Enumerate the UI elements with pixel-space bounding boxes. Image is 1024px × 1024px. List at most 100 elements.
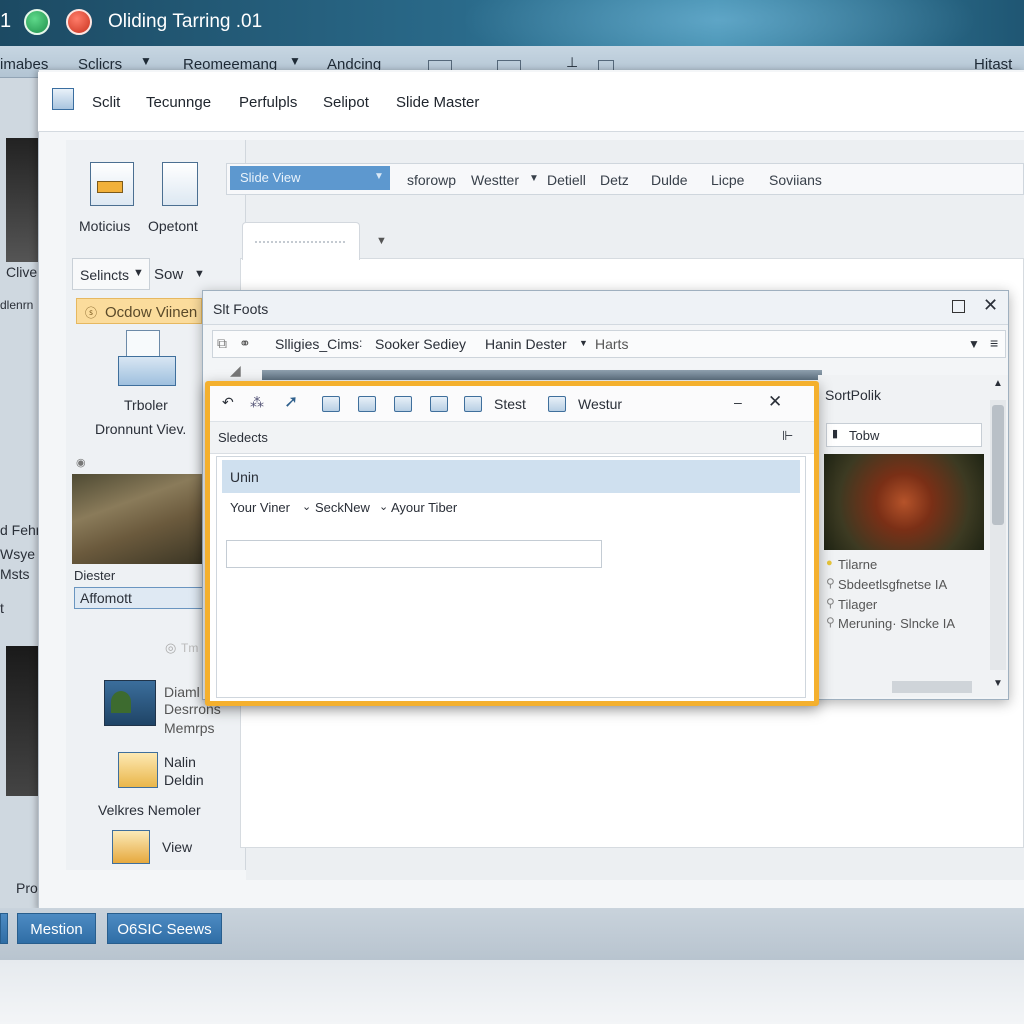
fonts-toolbar-item[interactable]: Hanin Dester: [485, 336, 567, 352]
minimize-icon[interactable]: –: [734, 394, 742, 410]
active-view-label: Ocdow Viinen: [105, 304, 198, 321]
motion-icon[interactable]: [90, 162, 134, 206]
scrollbar-thumb[interactable]: [992, 405, 1004, 525]
toolbar-item[interactable]: Detiell: [547, 172, 586, 188]
close-icon[interactable]: ✕: [768, 392, 782, 412]
link-icon[interactable]: ⚭: [239, 335, 251, 352]
copy-icon[interactable]: [322, 396, 340, 412]
option-item[interactable]: Your Viner: [230, 500, 290, 515]
scroll-up-icon[interactable]: ▲: [993, 378, 1003, 389]
pages-icon[interactable]: [394, 396, 412, 412]
chevron-down-icon[interactable]: ▼: [140, 54, 152, 68]
ribbon: Sclit Tecunnge Perfulpls Selipot Slide M…: [38, 72, 1024, 132]
slide-view-select[interactable]: Slide View ▼: [230, 166, 390, 190]
item-label: Velkres Nemoler: [98, 802, 201, 818]
tag-icon: ▮: [832, 428, 839, 440]
chevron-down-icon[interactable]: ⌄: [302, 500, 311, 513]
selects-label: Selincts: [80, 267, 130, 283]
preview-image[interactable]: [824, 454, 984, 550]
app-red-icon[interactable]: [66, 9, 92, 35]
pin-icon[interactable]: ⊩: [782, 428, 793, 444]
scroll-down-icon[interactable]: ▼: [993, 678, 1003, 689]
toolbar-item[interactable]: Dulde: [651, 172, 688, 188]
fonts-toolbar-item[interactable]: Slligies_Cims: [275, 336, 359, 352]
layers-icon[interactable]: [358, 396, 376, 412]
slide-tab[interactable]: [242, 222, 360, 260]
image-gallery-icon[interactable]: [104, 680, 156, 726]
ribbon-tab-perfulpls[interactable]: Perfulpls: [239, 94, 297, 111]
radio-icon[interactable]: ◉: [76, 456, 86, 469]
app-green-icon[interactable]: [24, 9, 50, 35]
toolbar-item[interactable]: sforowp: [407, 172, 456, 188]
chevron-down-icon[interactable]: ⌄: [379, 500, 388, 513]
motion-button-label[interactable]: Moticius: [79, 218, 130, 234]
selected-row[interactable]: Unin: [222, 460, 800, 493]
chevron-down-icon[interactable]: ▼: [376, 235, 387, 247]
side-list-item[interactable]: Tilager: [838, 597, 877, 612]
chevron-down-icon[interactable]: ▼: [289, 54, 301, 68]
toolbar-item[interactable]: Westter: [471, 172, 519, 188]
ribbon-tab-sclit[interactable]: Sclit: [92, 94, 120, 111]
close-icon[interactable]: ✕: [983, 295, 998, 316]
title-glow: [460, 0, 980, 46]
ribbon-tab-tecunnge[interactable]: Tecunnge: [146, 94, 211, 111]
side-search[interactable]: ▮ Tobw: [826, 423, 982, 447]
mestion-button[interactable]: Mestion: [17, 913, 96, 944]
fonts-dialog-toolbar: ⧉ ⚭ Slligies_Cims : Sooker Sediey Hanin …: [212, 330, 1006, 358]
bg-label: dlenrn: [0, 298, 34, 312]
background-window: Clive dlenrn d Fehn Wsye Msts t Pro: [0, 78, 44, 910]
landscape-thumbnail[interactable]: [72, 474, 204, 564]
chevron-down-icon[interactable]: ▼: [529, 173, 539, 184]
thumbnail-input[interactable]: Affomott: [74, 587, 204, 609]
separator-icon: :: [359, 336, 363, 350]
chevron-down-icon[interactable]: ▼: [579, 338, 588, 348]
options-icon[interactable]: [162, 162, 198, 206]
show-dropdown[interactable]: Sow ▼: [152, 258, 212, 290]
options-button-label[interactable]: Opetont: [148, 218, 198, 234]
sparkle-icon[interactable]: ⁂: [250, 394, 264, 411]
toolbar-icon[interactable]: [118, 330, 180, 388]
thumbnail-caption: Diester: [74, 568, 116, 583]
toolbar-label: Trboler: [124, 397, 168, 413]
fonts-toolbar-item[interactable]: Harts: [595, 336, 628, 352]
pin-icon: ⚲: [826, 615, 835, 629]
side-list-item[interactable]: Sbdeetlsgfnetse IA: [838, 577, 947, 592]
toolbar-item[interactable]: Detz: [600, 172, 629, 188]
slides-icon[interactable]: [464, 396, 482, 412]
menu-icon[interactable]: ≡: [990, 335, 998, 351]
window-title: Oliding Tarring .01: [108, 11, 263, 32]
info-icon: ⓢ: [85, 306, 98, 320]
active-view-item[interactable]: ⓢ Ocdow Viinen: [76, 298, 202, 324]
toolbar-item[interactable]: Licpe: [711, 172, 744, 188]
styles-toolbar-text[interactable]: Westur: [578, 396, 622, 412]
stack-icon[interactable]: [430, 396, 448, 412]
view-label[interactable]: View: [162, 839, 192, 855]
basic-seews-button[interactable]: O6SIC Seews: [107, 913, 222, 944]
triangle-icon: ◢: [230, 362, 241, 378]
layout-icon[interactable]: [118, 752, 158, 788]
font-icon[interactable]: ⧉: [217, 335, 227, 352]
toolbar-item[interactable]: Soviians: [769, 172, 822, 188]
cursor-icon[interactable]: ➚: [284, 392, 298, 412]
move-icon[interactable]: ⊥: [566, 54, 578, 71]
maximize-icon[interactable]: [952, 300, 965, 313]
item-label: Nalin: [164, 754, 196, 770]
fonts-toolbar-item[interactable]: Sooker Sediey: [375, 336, 466, 352]
rotate-icon[interactable]: ↶: [222, 394, 234, 411]
thumbnail-image: [6, 138, 38, 262]
selects-dropdown[interactable]: Selincts ▼: [72, 258, 150, 290]
style-name-input[interactable]: [226, 540, 602, 568]
status-button[interactable]: [0, 913, 8, 944]
chevron-down-icon[interactable]: ▼: [968, 337, 980, 351]
ribbon-tab-slide-master[interactable]: Slide Master: [396, 94, 479, 111]
styles-toolbar-text[interactable]: Stest: [494, 396, 526, 412]
side-list-item[interactable]: Tilarne: [838, 557, 877, 572]
option-item[interactable]: Ayour Tiber: [391, 500, 457, 515]
ribbon-tab-selipot[interactable]: Selipot: [323, 94, 369, 111]
pin-icon: ⚲: [826, 576, 835, 590]
option-item[interactable]: SeckNew: [315, 500, 370, 515]
master-icon[interactable]: [548, 396, 566, 412]
horizontal-scrollbar[interactable]: [892, 681, 972, 693]
view-icon[interactable]: [112, 830, 150, 864]
side-list-item[interactable]: Meruning· Slncke IA: [838, 616, 955, 631]
